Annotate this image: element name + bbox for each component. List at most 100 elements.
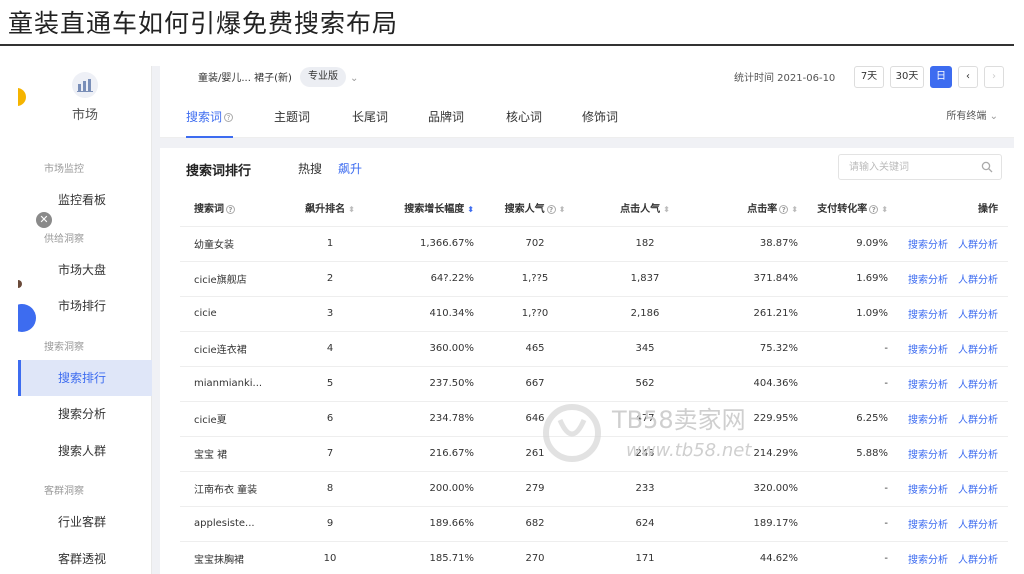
sidebar-item-search-crowd[interactable]: 搜索人群 — [18, 433, 152, 469]
crowd-analysis-link[interactable]: 人群分析 — [958, 345, 998, 356]
tab-topic-terms[interactable]: 主题词 — [274, 96, 310, 138]
tab-core-terms[interactable]: 核心词 — [506, 96, 542, 138]
subtab-hot-search[interactable]: 热搜 — [298, 160, 322, 177]
cell-rise-rank: 5 — [280, 366, 380, 402]
search-analysis-link[interactable]: 搜索分析 — [908, 415, 948, 426]
sidebar-item-search-ranking[interactable]: 搜索排行 — [18, 360, 152, 396]
sidebar-item-search-analysis[interactable]: 搜索分析 — [18, 396, 152, 432]
cell-search-popularity: 702 — [480, 226, 590, 262]
search-ranking-card: 搜索词排行 热搜 飙升 搜索词? 飙升排名⬍ 搜索增长幅度⬍ 搜索人气?⬍ 点击… — [160, 148, 1014, 574]
cell-search-popularity: 682 — [480, 506, 590, 542]
crowd-analysis-link[interactable]: 人群分析 — [958, 520, 998, 531]
crowd-analysis-link[interactable]: 人群分析 — [958, 415, 998, 426]
cell-search-term: 幼童女装 — [180, 226, 280, 262]
search-analysis-link[interactable]: 搜索分析 — [908, 450, 948, 461]
cell-rise-rank: 1 — [280, 226, 380, 262]
sidebar-item-market-overview[interactable]: 市场大盘 — [18, 252, 152, 288]
tab-modifier-terms[interactable]: 修饰词 — [582, 96, 618, 138]
cell-actions: 搜索分析 人群分析 — [890, 436, 1008, 472]
col-rise-rank[interactable]: 飙升排名 ⬍ — [280, 190, 380, 227]
crowd-analysis-link[interactable]: 人群分析 — [958, 310, 998, 321]
help-icon[interactable]: ? — [226, 204, 235, 214]
crowd-analysis-link[interactable]: 人群分析 — [958, 380, 998, 391]
search-analysis-link[interactable]: 搜索分析 — [908, 380, 948, 391]
crowd-analysis-link[interactable]: 人群分析 — [958, 450, 998, 461]
tab-brand-terms[interactable]: 品牌词 — [428, 96, 464, 138]
cell-search-term: cicie连衣裙 — [180, 331, 280, 367]
sidebar-item-customer-insight[interactable]: 客群透视 — [18, 541, 152, 574]
col-click-popularity[interactable]: 点击人气 ⬍ — [590, 190, 700, 227]
cell-search-growth: 234.78% — [380, 401, 480, 437]
sort-icon: ⬍ — [663, 205, 670, 215]
market-section[interactable]: 市场 — [18, 72, 152, 123]
slide-title: 童装直通车如何引爆免费搜索布局 — [8, 9, 399, 38]
col-search-growth[interactable]: 搜索增长幅度 ⬍ — [380, 190, 480, 227]
col-conversion[interactable]: 支付转化率? ⬍ — [800, 190, 890, 227]
col-search-popularity[interactable]: 搜索人气? ⬍ — [480, 190, 590, 227]
cell-search-popularity: 1,??0 — [480, 296, 590, 332]
search-analysis-link[interactable]: 搜索分析 — [908, 520, 948, 531]
help-icon[interactable]: ? — [224, 113, 234, 122]
chevron-down-icon: ⌄ — [989, 111, 998, 122]
cell-ctr: 404.36% — [700, 366, 800, 402]
sidebar-item-monitor-board[interactable]: 监控看板 — [18, 182, 152, 218]
table-row: cicie连衣裙 4 360.00% 465 345 75.32% - 搜索分析 人群分析 — [180, 331, 1008, 367]
tab-long-tail-terms[interactable]: 长尾词 — [352, 96, 388, 138]
cell-actions: 搜索分析 人群分析 — [890, 261, 1008, 297]
chevron-down-icon[interactable]: ⌄ — [350, 69, 358, 89]
search-analysis-link[interactable]: 搜索分析 — [908, 310, 948, 321]
cell-search-popularity: 465 — [480, 331, 590, 367]
col-ctr[interactable]: 点击率? ⬍ — [700, 190, 800, 227]
search-icon[interactable] — [981, 161, 993, 173]
subtab-rising[interactable]: 飙升 — [338, 160, 362, 177]
category-selector[interactable]: 童装/婴儿... 裙子(新) — [198, 69, 292, 89]
tab-bar: 搜索词? 主题词 长尾词 品牌词 核心词 修饰词 所有终端 ⌄ — [160, 96, 1014, 138]
terminal-selector[interactable]: 所有终端 ⌄ — [946, 96, 998, 138]
next-date-button[interactable]: › — [984, 66, 1004, 88]
pro-badge: 专业版 — [300, 67, 346, 87]
cell-search-growth: 64?.22% — [380, 261, 480, 297]
cell-search-growth: 360.00% — [380, 331, 480, 367]
search-analysis-link[interactable]: 搜索分析 — [908, 485, 948, 496]
tab-search-terms[interactable]: 搜索词? — [186, 96, 234, 138]
col-actions: 操作 — [890, 190, 1008, 227]
cell-conversion: 6.25% — [800, 401, 890, 437]
search-analysis-link[interactable]: 搜索分析 — [908, 555, 948, 566]
search-analysis-link[interactable]: 搜索分析 — [908, 275, 948, 286]
crowd-analysis-link[interactable]: 人群分析 — [958, 240, 998, 251]
ranking-table: 搜索词? 飙升排名 ⬍ 搜索增长幅度 ⬍ 搜索人气? ⬍ 点击人气 ⬍ 点击率? ⬍ 支付… — [180, 190, 1008, 574]
cell-search-popularity: 270 — [480, 541, 590, 574]
cell-actions: 搜索分析 人群分析 — [890, 401, 1008, 437]
col-label: 点击率 — [747, 204, 778, 216]
cell-click-popularity: 243 — [590, 436, 700, 472]
sidebar-item-industry-customers[interactable]: 行业客群 — [18, 504, 152, 540]
cell-actions: 搜索分析 人群分析 — [890, 331, 1008, 367]
prev-date-button[interactable]: ‹ — [958, 66, 978, 88]
range-day-button[interactable]: 日 — [930, 66, 952, 88]
range-7-days-button[interactable]: 7天 — [854, 66, 884, 88]
col-label: 搜索增长幅度 — [404, 204, 465, 216]
keyword-search-input[interactable] — [839, 155, 975, 180]
col-label: 飙升排名 — [305, 204, 346, 216]
range-30-days-button[interactable]: 30天 — [890, 66, 924, 88]
cell-click-popularity: 1,837 — [590, 261, 700, 297]
crowd-analysis-link[interactable]: 人群分析 — [958, 275, 998, 286]
cell-search-growth: 237.50% — [380, 366, 480, 402]
help-icon[interactable]: ? — [869, 204, 879, 214]
help-icon[interactable]: ? — [546, 204, 556, 214]
nav-group-supply: 供给洞察 — [44, 234, 84, 245]
table-row: cicie旗舰店 2 64?.22% 1,??5 1,837 371.84% 1.69% 搜索… — [180, 261, 1008, 297]
crowd-analysis-link[interactable]: 人群分析 — [958, 555, 998, 566]
cell-search-growth: 200.00% — [380, 471, 480, 507]
crowd-analysis-link[interactable]: 人群分析 — [958, 485, 998, 496]
search-analysis-link[interactable]: 搜索分析 — [908, 240, 948, 251]
cell-click-popularity: 477 — [590, 401, 700, 437]
sidebar-item-market-ranking[interactable]: 市场排行 — [18, 288, 152, 324]
help-icon[interactable]: ? — [779, 204, 789, 214]
cell-search-term: applesiste... — [180, 506, 280, 542]
search-analysis-link[interactable]: 搜索分析 — [908, 345, 948, 356]
cell-actions: 搜索分析 人群分析 — [890, 506, 1008, 542]
cell-conversion: - — [800, 541, 890, 574]
cell-ctr: 189.17% — [700, 506, 800, 542]
cell-click-popularity: 171 — [590, 541, 700, 574]
